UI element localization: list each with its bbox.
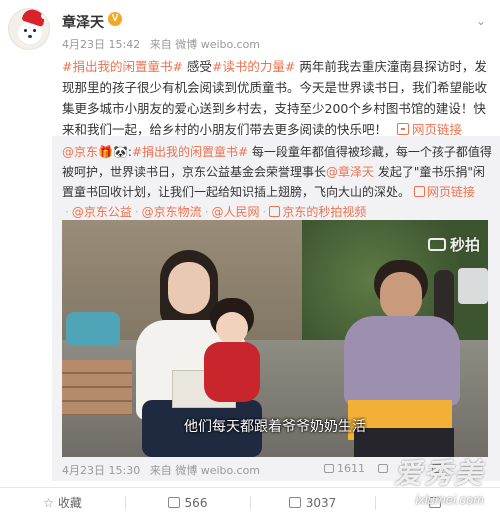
video-player[interactable]: 秒拍 他们每天都跟着爷爷奶奶生活	[62, 220, 488, 457]
action-bar: ☆ 收藏 566 3037	[0, 487, 500, 517]
video-child-figure	[202, 298, 262, 408]
video-link[interactable]: 京东的秒拍视频	[282, 205, 366, 219]
post-source: 来自 微博 weibo.com	[149, 38, 261, 51]
like-button[interactable]	[375, 488, 500, 517]
repost-time[interactable]: 4月23日 15:30	[62, 464, 140, 477]
verified-badge-icon: V	[108, 12, 122, 26]
comment-button[interactable]: 3037	[250, 488, 375, 517]
chevron-down-icon[interactable]: ⌄	[472, 14, 490, 28]
share-icon	[324, 464, 334, 473]
repost-author-link[interactable]: @京东	[62, 145, 98, 159]
mention-link[interactable]: @人民网	[212, 205, 260, 219]
repost-text: @京东🎁🐼:#捐出我的闲置童书# 每一段童年都值得被珍藏，每一个孩子都值得被呵护…	[62, 145, 492, 219]
link-icon	[397, 123, 409, 135]
post-header: 章泽天 V 4月23日 15:42 来自 微博 weibo.com ⌄	[0, 0, 500, 52]
video-link-icon	[269, 206, 281, 217]
post-text: #捐出我的闲置童书# 感受#读书的力量# 两年前我去重庆潼南县探访时，发现那里的…	[62, 59, 488, 137]
video-watermark: 秒拍	[427, 234, 480, 255]
mention-link[interactable]: @章泽天	[326, 165, 374, 179]
user-avatar[interactable]	[8, 8, 50, 50]
link-icon	[413, 186, 425, 197]
comment-icon	[378, 464, 388, 473]
video-subtitle: 他们每天都跟着爷爷奶奶生活	[184, 419, 366, 435]
comment-icon	[288, 497, 301, 508]
repost-like-count[interactable]	[432, 462, 445, 475]
username[interactable]: 章泽天	[62, 12, 104, 32]
thumb-up-icon	[429, 497, 441, 508]
repost-card: @京东🎁🐼:#捐出我的闲置童书# 每一段童年都值得被珍藏，每一个孩子都值得被呵护…	[52, 136, 500, 481]
star-icon: ☆	[43, 496, 54, 510]
post-meta: 4月23日 15:42 来自 微博 weibo.com	[62, 36, 266, 52]
hashtag-link[interactable]: #捐出我的闲置童书#	[62, 59, 183, 74]
repost-footer: 4月23日 15:30 来自 微博 weibo.com 1611	[62, 460, 492, 478]
favorite-button[interactable]: ☆ 收藏	[0, 488, 125, 517]
repost-source: 来自 微博 weibo.com	[149, 464, 261, 477]
like-icon	[432, 464, 442, 473]
repost-button[interactable]: 566	[125, 488, 250, 517]
mention-link[interactable]: @京东物流	[142, 205, 202, 219]
web-link[interactable]: 网页链接	[412, 122, 462, 137]
share-icon	[167, 497, 180, 508]
badge-icons: 🎁🐼	[98, 145, 128, 159]
mention-link[interactable]: @京东公益	[72, 205, 132, 219]
camera-icon	[427, 238, 446, 251]
repost-comment-count[interactable]	[378, 462, 391, 475]
web-link[interactable]: 网页链接	[427, 185, 475, 199]
hashtag-link[interactable]: #读书的力量#	[212, 59, 295, 74]
hashtag-link[interactable]: #捐出我的闲置童书#	[132, 145, 248, 159]
post-time[interactable]: 4月23日 15:42	[62, 38, 140, 51]
repost-share-count[interactable]: 1611	[324, 462, 365, 475]
